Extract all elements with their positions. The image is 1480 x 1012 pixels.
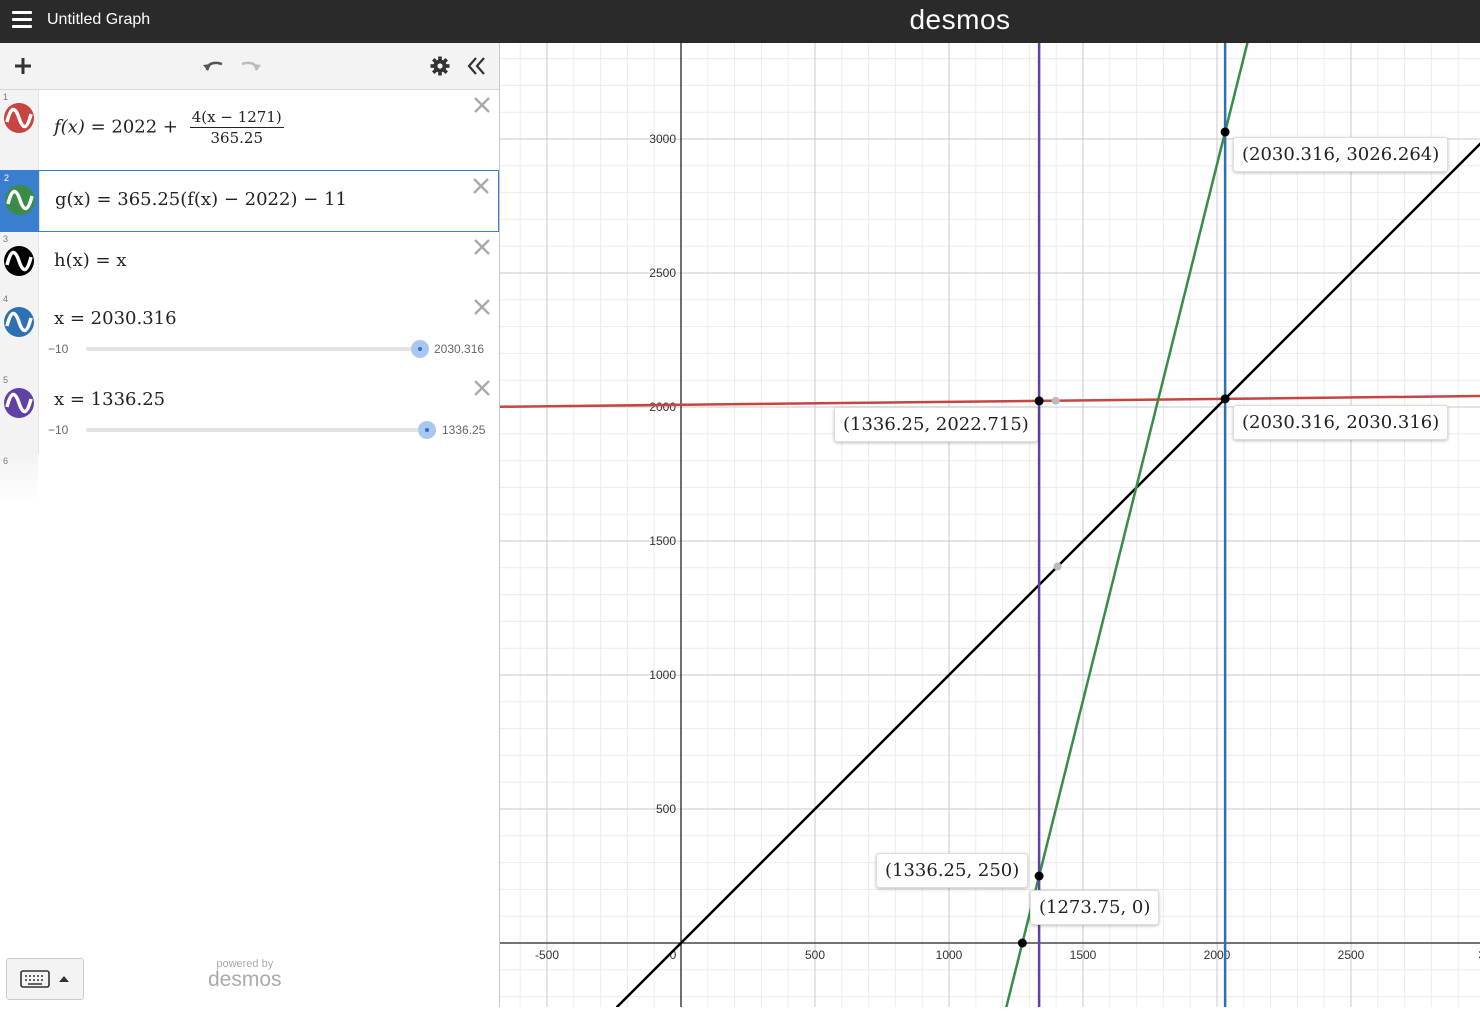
x-tick-label: -500 <box>535 948 559 962</box>
expression-gutter: 3 <box>0 232 39 292</box>
delete-icon[interactable] <box>473 379 491 397</box>
expression-math-3[interactable]: h(x) = x <box>54 250 126 271</box>
expression-row-2[interactable]: 2 g(x) = 365.25(f(x) − 2022) − 11 <box>0 170 499 232</box>
expression-gutter: 1 <box>0 90 39 170</box>
top-bar: Untitled Graph desmos <box>0 0 1480 43</box>
collapse-panel-button[interactable] <box>462 51 492 81</box>
y-tick-label: 2500 <box>649 266 676 280</box>
labeled-point[interactable] <box>1017 938 1027 948</box>
y-tick-label: 1500 <box>649 534 676 548</box>
gear-icon <box>430 56 450 76</box>
point-label-1273-0[interactable]: (1273.75, 0) <box>1030 890 1160 925</box>
expression-row-5[interactable]: 5 x = 1336.25 −10 1336.25 <box>0 373 499 455</box>
redo-icon <box>241 61 261 71</box>
x-tick-label: 2500 <box>1338 948 1365 962</box>
function-name: f(x) <box>54 116 85 138</box>
desmos-logo: desmos <box>909 4 1011 35</box>
delete-icon[interactable] <box>473 96 491 114</box>
x-tick-label: 1500 <box>1070 948 1097 962</box>
x-tick-label: 2000 <box>1204 948 1231 962</box>
delete-icon[interactable] <box>473 238 491 256</box>
graph-paper[interactable]: -500050010001500200025003050010001500200… <box>499 35 1480 1012</box>
slider-min-label[interactable]: −10 <box>48 423 68 437</box>
slider-track[interactable] <box>86 347 420 351</box>
expression-math-2[interactable]: g(x) = 365.25(f(x) − 2022) − 11 <box>55 189 347 210</box>
keyboard-toggle-button[interactable] <box>6 958 84 1000</box>
expression-index: 5 <box>3 375 9 385</box>
powered-by-brand: desmos <box>208 968 282 991</box>
point-label-2030-3026[interactable]: (2030.316, 3026.264) <box>1233 137 1449 172</box>
expression-index: 6 <box>3 456 9 466</box>
point-label-1336-250[interactable]: (1336.25, 250) <box>876 853 1029 888</box>
slider-max-label[interactable]: 2030.316 <box>434 342 484 356</box>
point-label-2030-2030[interactable]: (2030.316, 2030.316) <box>1233 405 1449 440</box>
expression-toolbar <box>0 43 499 90</box>
green-curve-icon[interactable] <box>4 184 36 216</box>
expression-gutter: 6 <box>0 454 38 504</box>
add-item-button[interactable] <box>8 51 38 81</box>
expression-math-1[interactable]: f(x) = 2022 + 4(x − 1271) 365.25 <box>54 108 284 147</box>
expression-gutter: 2 <box>1 171 40 231</box>
expression-index: 3 <box>3 234 9 244</box>
y-tick-label: 2000 <box>649 400 676 414</box>
expression-index: 4 <box>3 294 9 304</box>
slider-track[interactable] <box>86 428 428 432</box>
plus-icon <box>15 58 31 74</box>
expression-row-4[interactable]: 4 x = 2030.316 −10 2030.316 <box>0 292 499 374</box>
black-curve-icon[interactable] <box>3 245 35 277</box>
blue-curve-icon[interactable] <box>3 306 35 338</box>
expression-panel: 1 f(x) = 2022 + 4(x − 1271) 365.25 2 g(x… <box>0 43 500 1007</box>
labeled-point[interactable] <box>1220 127 1230 137</box>
delete-icon[interactable] <box>473 298 491 316</box>
slider-handle[interactable] <box>411 340 429 358</box>
expression-row-6-empty[interactable]: 6 <box>0 454 499 504</box>
fraction-denominator: 365.25 <box>210 129 264 147</box>
expression-index: 2 <box>4 173 10 183</box>
fraction-numerator: 4(x − 1271) <box>189 108 284 128</box>
double-chevron-left-icon <box>467 57 485 75</box>
expression-gutter: 4 <box>0 292 39 373</box>
slider-min-label[interactable]: −10 <box>48 342 68 356</box>
slider-handle[interactable] <box>418 421 436 439</box>
undo-button[interactable] <box>198 51 228 81</box>
powered-by-desmos[interactable]: powered by desmos <box>208 958 282 992</box>
expression-gutter: 5 <box>0 373 39 454</box>
red-curve-icon[interactable] <box>3 102 35 134</box>
x-tick-label: 500 <box>805 948 825 962</box>
expression-row-1[interactable]: 1 f(x) = 2022 + 4(x − 1271) 365.25 <box>0 90 499 171</box>
expression-index: 1 <box>3 92 9 102</box>
x-tick-label: 1000 <box>936 948 963 962</box>
point-label-1336-2022[interactable]: (1336.25, 2022.715) <box>834 407 1038 442</box>
y-tick-label: 3000 <box>649 132 676 146</box>
delete-icon[interactable] <box>472 177 490 195</box>
intersection-point[interactable] <box>1053 562 1062 571</box>
expression-prefix: = 2022 + <box>90 116 179 138</box>
expression-math-4[interactable]: x = 2030.316 <box>54 308 177 329</box>
expression-math-5[interactable]: x = 1336.25 <box>54 389 165 410</box>
intersection-point[interactable] <box>1051 396 1060 405</box>
labeled-point[interactable] <box>1034 871 1044 881</box>
slider-max-label[interactable]: 1336.25 <box>442 423 485 437</box>
labeled-point[interactable] <box>1220 394 1230 404</box>
expression-row-3[interactable]: 3 h(x) = x <box>0 232 499 293</box>
purple-curve-icon[interactable] <box>3 387 35 419</box>
y-tick-label: 1000 <box>649 668 676 682</box>
redo-button[interactable] <box>236 51 266 81</box>
settings-button[interactable] <box>425 51 455 81</box>
y-tick-label: 500 <box>656 802 676 816</box>
labeled-point[interactable] <box>1034 396 1044 406</box>
keyboard-icon <box>20 970 69 988</box>
fraction: 4(x − 1271) 365.25 <box>189 108 284 147</box>
undo-icon <box>203 61 223 71</box>
